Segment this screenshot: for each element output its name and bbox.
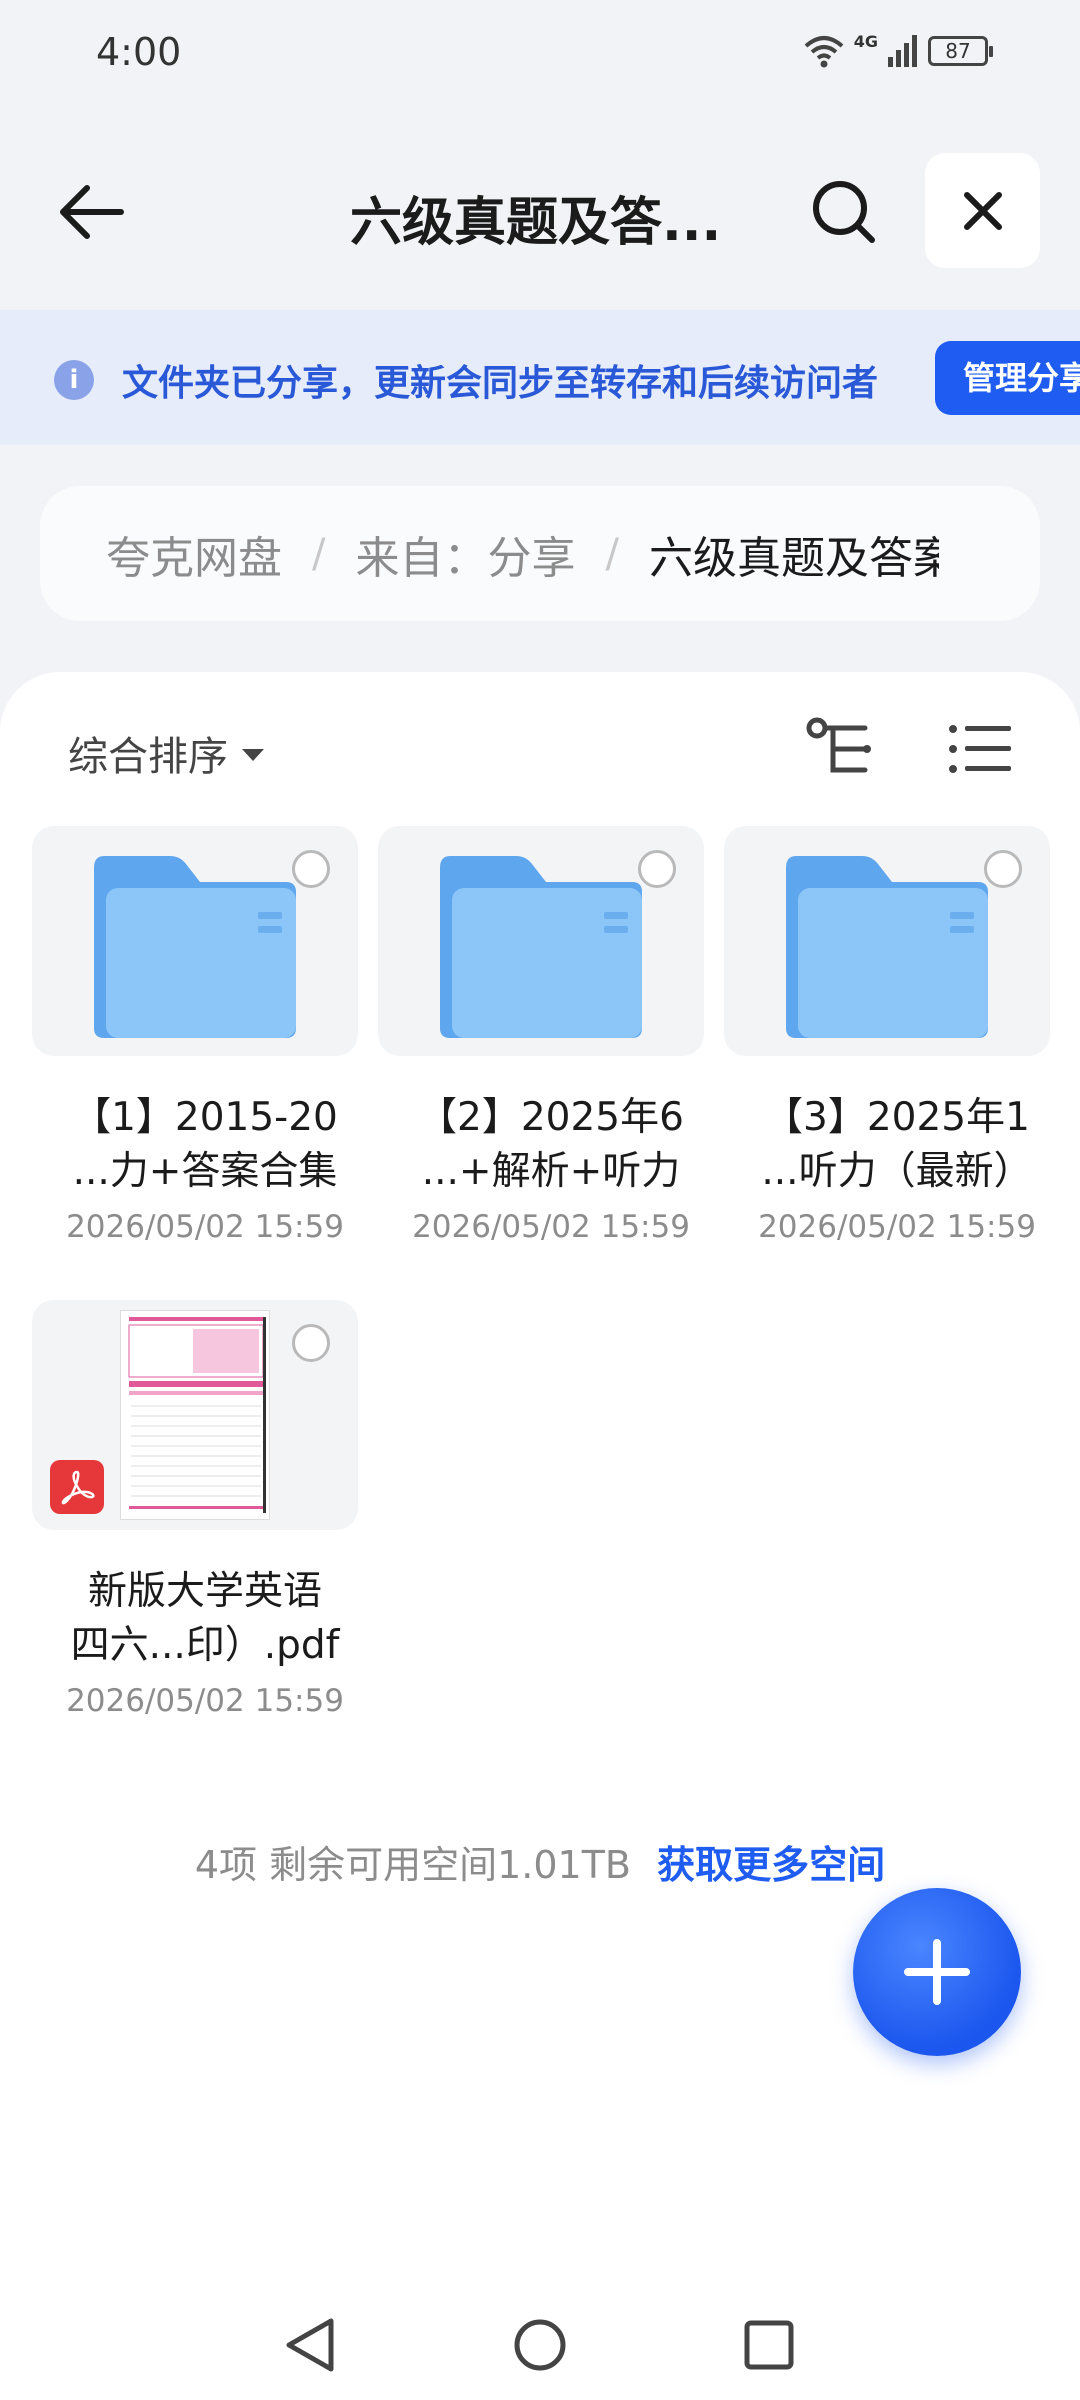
search-button[interactable]: [804, 172, 884, 252]
file-date: 2026/05/02 15:59: [66, 1209, 344, 1245]
breadcrumb-item-share[interactable]: 来自：分享: [355, 522, 575, 586]
status-time: 4:00: [96, 30, 182, 74]
page-title: 六级真题及答...: [350, 193, 722, 253]
sort-dropdown[interactable]: 综合排序: [68, 724, 264, 782]
plus-icon: [904, 1939, 970, 2005]
breadcrumb-item-root[interactable]: 夸克网盘: [106, 522, 282, 586]
file-thumbnail: [32, 1300, 358, 1530]
file-name-line: 新版大学英语: [87, 1569, 322, 1614]
file-item[interactable]: 【2】2025年6 ...+解析+听力 2026/05/02 15:59: [378, 826, 724, 1256]
file-name-line: 四六...印）.pdf: [70, 1623, 340, 1668]
select-checkbox[interactable]: [984, 850, 1022, 888]
add-button[interactable]: [853, 1888, 1021, 2056]
search-icon: [813, 181, 875, 243]
caret-down-icon: [242, 749, 264, 761]
triangle-back-icon: [286, 2318, 334, 2372]
file-name-line: 【1】2015-20: [72, 1095, 338, 1140]
close-icon: [963, 191, 1002, 230]
file-item[interactable]: 【1】2015-20 ...力+答案合集 2026/05/02 15:59: [32, 826, 378, 1256]
storage-summary: 4项 剩余可用空间1.01TB 获取更多空间: [0, 1834, 1080, 1889]
file-thumbnail: [724, 826, 1050, 1056]
breadcrumb-item-current: 六级真题及答案: [648, 532, 939, 584]
list-view-button[interactable]: [945, 714, 1015, 784]
file-name-line: ...力+答案合集: [72, 1149, 338, 1194]
breadcrumb: 夸克网盘 / 来自：分享 / 六级真题及答案: [40, 486, 1040, 621]
folder-icon: [786, 856, 988, 1038]
system-nav-bar: [0, 2290, 1080, 2400]
file-item[interactable]: 【3】2025年1 ...听力（最新） 2026/05/02 15:59: [724, 826, 1070, 1256]
file-item[interactable]: 新版大学英语 四六...印）.pdf 2026/05/02 15:59: [32, 1300, 378, 1730]
status-bar: 4:00 4G 87: [0, 0, 1080, 110]
select-checkbox[interactable]: [292, 1324, 330, 1362]
file-date: 2026/05/02 15:59: [412, 1209, 690, 1245]
select-checkbox[interactable]: [292, 850, 330, 888]
top-bar: 六级真题及答...: [0, 150, 1080, 270]
back-button[interactable]: [52, 172, 132, 252]
sort-label: 综合排序: [68, 734, 228, 780]
file-name: 新版大学英语 四六...印）.pdf: [32, 1565, 378, 1673]
nav-recents-button[interactable]: [734, 2310, 804, 2380]
close-button[interactable]: [925, 153, 1040, 268]
pdf-icon: [50, 1460, 104, 1514]
manage-share-button[interactable]: 管理分享: [935, 341, 1080, 415]
file-panel: 综合排序 【1】2015-20 ...力+答案合集 2026/05/02 15:…: [0, 672, 1080, 2400]
wifi-icon: [804, 36, 844, 68]
breadcrumb-separator: /: [312, 530, 326, 577]
breadcrumb-separator: /: [605, 530, 619, 577]
arrow-left-icon: [60, 185, 124, 239]
battery-icon: 87: [928, 36, 993, 66]
file-name-line: 【3】2025年1: [764, 1095, 1030, 1140]
file-date: 2026/05/02 15:59: [66, 1683, 344, 1719]
tree-view-icon: [806, 717, 871, 773]
file-name: 【1】2015-20 ...力+答案合集: [32, 1091, 378, 1199]
file-name: 【2】2025年6 ...+解析+听力: [378, 1091, 724, 1199]
signal-icon: [888, 35, 917, 67]
nav-back-button[interactable]: [274, 2310, 344, 2380]
select-checkbox[interactable]: [638, 850, 676, 888]
get-more-space-link[interactable]: 获取更多空间: [657, 1843, 885, 1887]
info-icon: i: [54, 360, 94, 400]
file-name-line: ...+解析+听力: [421, 1149, 681, 1194]
tree-view-button[interactable]: [805, 714, 881, 784]
square-recents-icon: [744, 2320, 794, 2370]
storage-summary-text: 4项 剩余可用空间1.01TB: [194, 1843, 632, 1887]
file-name-line: ...听力（最新）: [761, 1149, 1033, 1194]
status-icons: 4G 87: [804, 31, 993, 68]
share-banner-text: 文件夹已分享，更新会同步至转存和后续访问者: [122, 363, 879, 404]
folder-icon: [440, 856, 642, 1038]
nav-home-button[interactable]: [505, 2310, 575, 2380]
circle-home-icon: [514, 2319, 566, 2371]
folder-icon: [94, 856, 296, 1038]
pdf-preview-image: [120, 1310, 270, 1520]
share-banner: i 文件夹已分享，更新会同步至转存和后续访问者 管理分享: [0, 310, 1080, 445]
file-thumbnail: [32, 826, 358, 1056]
file-date: 2026/05/02 15:59: [758, 1209, 1036, 1245]
file-name: 【3】2025年1 ...听力（最新）: [724, 1091, 1070, 1199]
network-type: 4G: [853, 31, 878, 51]
file-name-line: 【2】2025年6: [418, 1095, 684, 1140]
list-view-icon: [949, 725, 1011, 773]
file-thumbnail: [378, 826, 704, 1056]
